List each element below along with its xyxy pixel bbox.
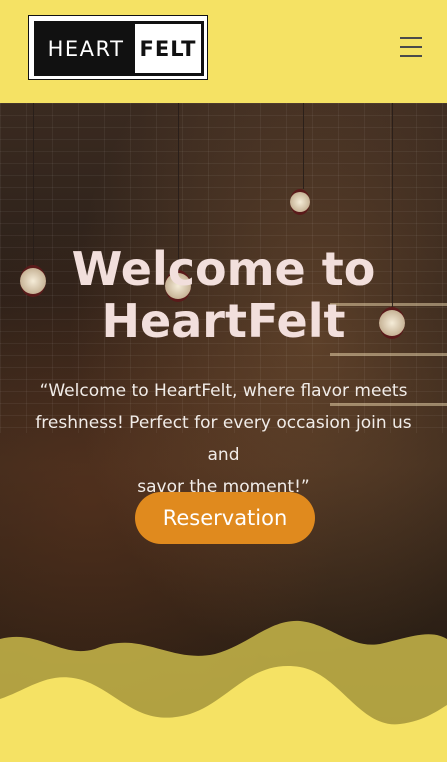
lamp-cord (33, 103, 34, 265)
logo-heart-text: HEART (37, 24, 135, 73)
bar-shelf (330, 353, 447, 356)
site-header: HEART FELT (0, 0, 447, 103)
heartfelt-logo[interactable]: HEART FELT (28, 15, 208, 80)
hero-tagline-line-1: “Welcome to HeartFelt, where flavor meet… (39, 381, 408, 401)
hero-title-line-1: Welcome to (71, 242, 376, 296)
logo-frame: HEART FELT (34, 21, 204, 76)
hero-tagline: “Welcome to HeartFelt, where flavor meet… (18, 375, 429, 503)
lamp-cord (303, 103, 304, 189)
menu-line-top (400, 37, 422, 39)
hero-tagline-line-2: freshness! Perfect for every occasion jo… (35, 413, 412, 465)
menu-line-middle (400, 46, 422, 48)
decorative-wave (0, 620, 447, 762)
hamburger-menu-icon[interactable] (400, 37, 422, 57)
reservation-button[interactable]: Reservation (135, 492, 315, 544)
menu-line-bottom (400, 55, 422, 57)
hero-title: Welcome to HeartFelt (0, 243, 447, 347)
pendant-lamp (290, 189, 310, 215)
hero-section: Welcome to HeartFelt “Welcome to HeartFe… (0, 103, 447, 762)
hero-title-line-2: HeartFelt (101, 294, 346, 348)
logo-felt-text: FELT (139, 36, 197, 61)
